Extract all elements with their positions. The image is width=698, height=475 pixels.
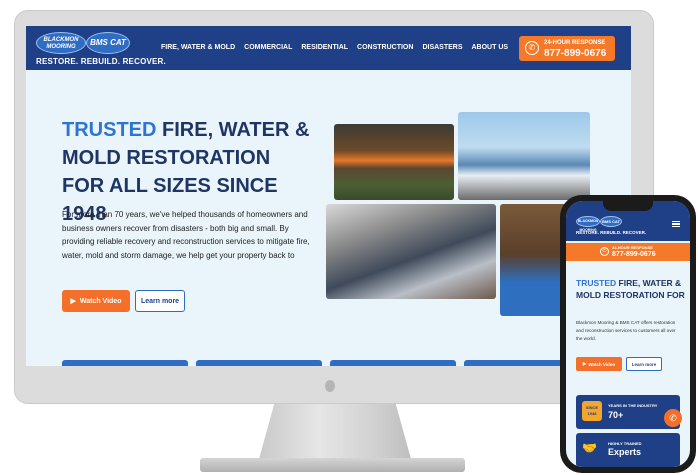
water-damage-office-photo [326, 204, 496, 299]
apple-icon [325, 380, 335, 392]
phone-icon: ✆ [600, 247, 609, 256]
watch-video-label: Watch Video [79, 297, 122, 305]
learn-more-button[interactable]: Learn more [626, 357, 662, 371]
desktop-navbar: BLACKMON MOORING BMS CAT RESTORE. REBUIL… [26, 26, 631, 70]
worker-truck-photo [458, 112, 590, 200]
response-phone: 877-899-0676 [612, 251, 656, 258]
blackmon-mooring-logo[interactable]: BLACKMON MOORING [576, 216, 600, 232]
menu-item-fire-water-mold[interactable]: FIRE, WATER & MOLD [161, 44, 235, 51]
service-cards-row [62, 360, 590, 366]
bms-cat-logo[interactable]: BMS CAT [600, 216, 622, 227]
mobile-screen: BLACKMON MOORING BMS CAT RESTORE. REBUIL… [566, 201, 690, 467]
tagline: RESTORE. REBUILD. RECOVER. [36, 57, 166, 66]
experts-stat-label: HIGHLY TRAINED [608, 441, 642, 446]
years-stat-label: YEARS IN THE INDUSTRY [608, 403, 658, 408]
watch-video-button[interactable]: ▶ Watch Video [62, 290, 130, 312]
mobile-response-bar[interactable]: ✆ 24-HOUR RESPONSE 877-899-0676 [566, 243, 690, 261]
experts-stat-value: Experts [608, 447, 642, 457]
menu-item-residential[interactable]: RESIDENTIAL [301, 44, 348, 51]
floating-phone-icon[interactable]: ✆ [664, 409, 682, 427]
phone-notch [603, 201, 653, 211]
since-badge: SINCE 1948 [582, 401, 602, 421]
menu-item-commercial[interactable]: COMMERCIAL [244, 44, 292, 51]
response-phone-button[interactable]: ✆ 24-HOUR RESPONSE 877-899-0676 [519, 36, 615, 61]
service-card[interactable] [330, 360, 456, 366]
mobile-body-text: Blackmon Mooring & BMS CAT offers restor… [576, 320, 676, 341]
experts-stat-card: 🤝 HIGHLY TRAINED Experts [576, 433, 680, 467]
years-stat-value: 70+ [608, 410, 624, 420]
bms-cat-logo[interactable]: BMS CAT [86, 32, 130, 54]
hero-highlight: TRUSTED [576, 278, 617, 288]
response-phone: 877-899-0676 [544, 48, 607, 59]
watch-video-label: Watch Video [588, 361, 616, 367]
blackmon-mooring-logo[interactable]: BLACKMON MOORING [36, 32, 86, 54]
play-icon: ▶ [70, 298, 76, 305]
learn-more-label: Learn more [140, 297, 180, 305]
phone-icon: ✆ [525, 41, 539, 55]
watch-video-button[interactable]: ▶ Watch Video [576, 357, 622, 371]
menu-item-construction[interactable]: CONSTRUCTION [357, 44, 413, 51]
menu-item-about-us[interactable]: ABOUT US [472, 44, 509, 51]
response-label: 24-HOUR RESPONSE [612, 245, 653, 250]
play-icon: ▶ [582, 361, 587, 366]
monitor-stand [258, 404, 412, 462]
learn-more-label: Learn more [631, 361, 657, 367]
hero-body-text: For more than 70 years, we've helped tho… [62, 210, 310, 260]
burning-house-photo [334, 124, 454, 200]
hero-highlight: TRUSTED [62, 119, 157, 141]
handshake-icon: 🤝 [582, 441, 597, 455]
main-menu: FIRE, WATER & MOLD COMMERCIAL RESIDENTIA… [161, 44, 508, 51]
desktop-screen: BLACKMON MOORING BMS CAT RESTORE. REBUIL… [26, 26, 631, 366]
service-card[interactable] [62, 360, 188, 366]
monitor-base [200, 458, 465, 472]
response-label: 24-HOUR RESPONSE [544, 40, 606, 46]
mobile-hero-title: TRUSTED FIRE, WATER & MOLD RESTORATION F… [576, 277, 686, 301]
years-stat-card: SINCE 1948 YEARS IN THE INDUSTRY 70+ [576, 395, 680, 429]
hamburger-menu-icon[interactable] [672, 221, 680, 227]
learn-more-button[interactable]: Learn more [135, 290, 185, 312]
menu-item-disasters[interactable]: DISASTERS [422, 44, 462, 51]
tagline: RESTORE. REBUILD. RECOVER. [576, 230, 647, 235]
service-card[interactable] [196, 360, 322, 366]
